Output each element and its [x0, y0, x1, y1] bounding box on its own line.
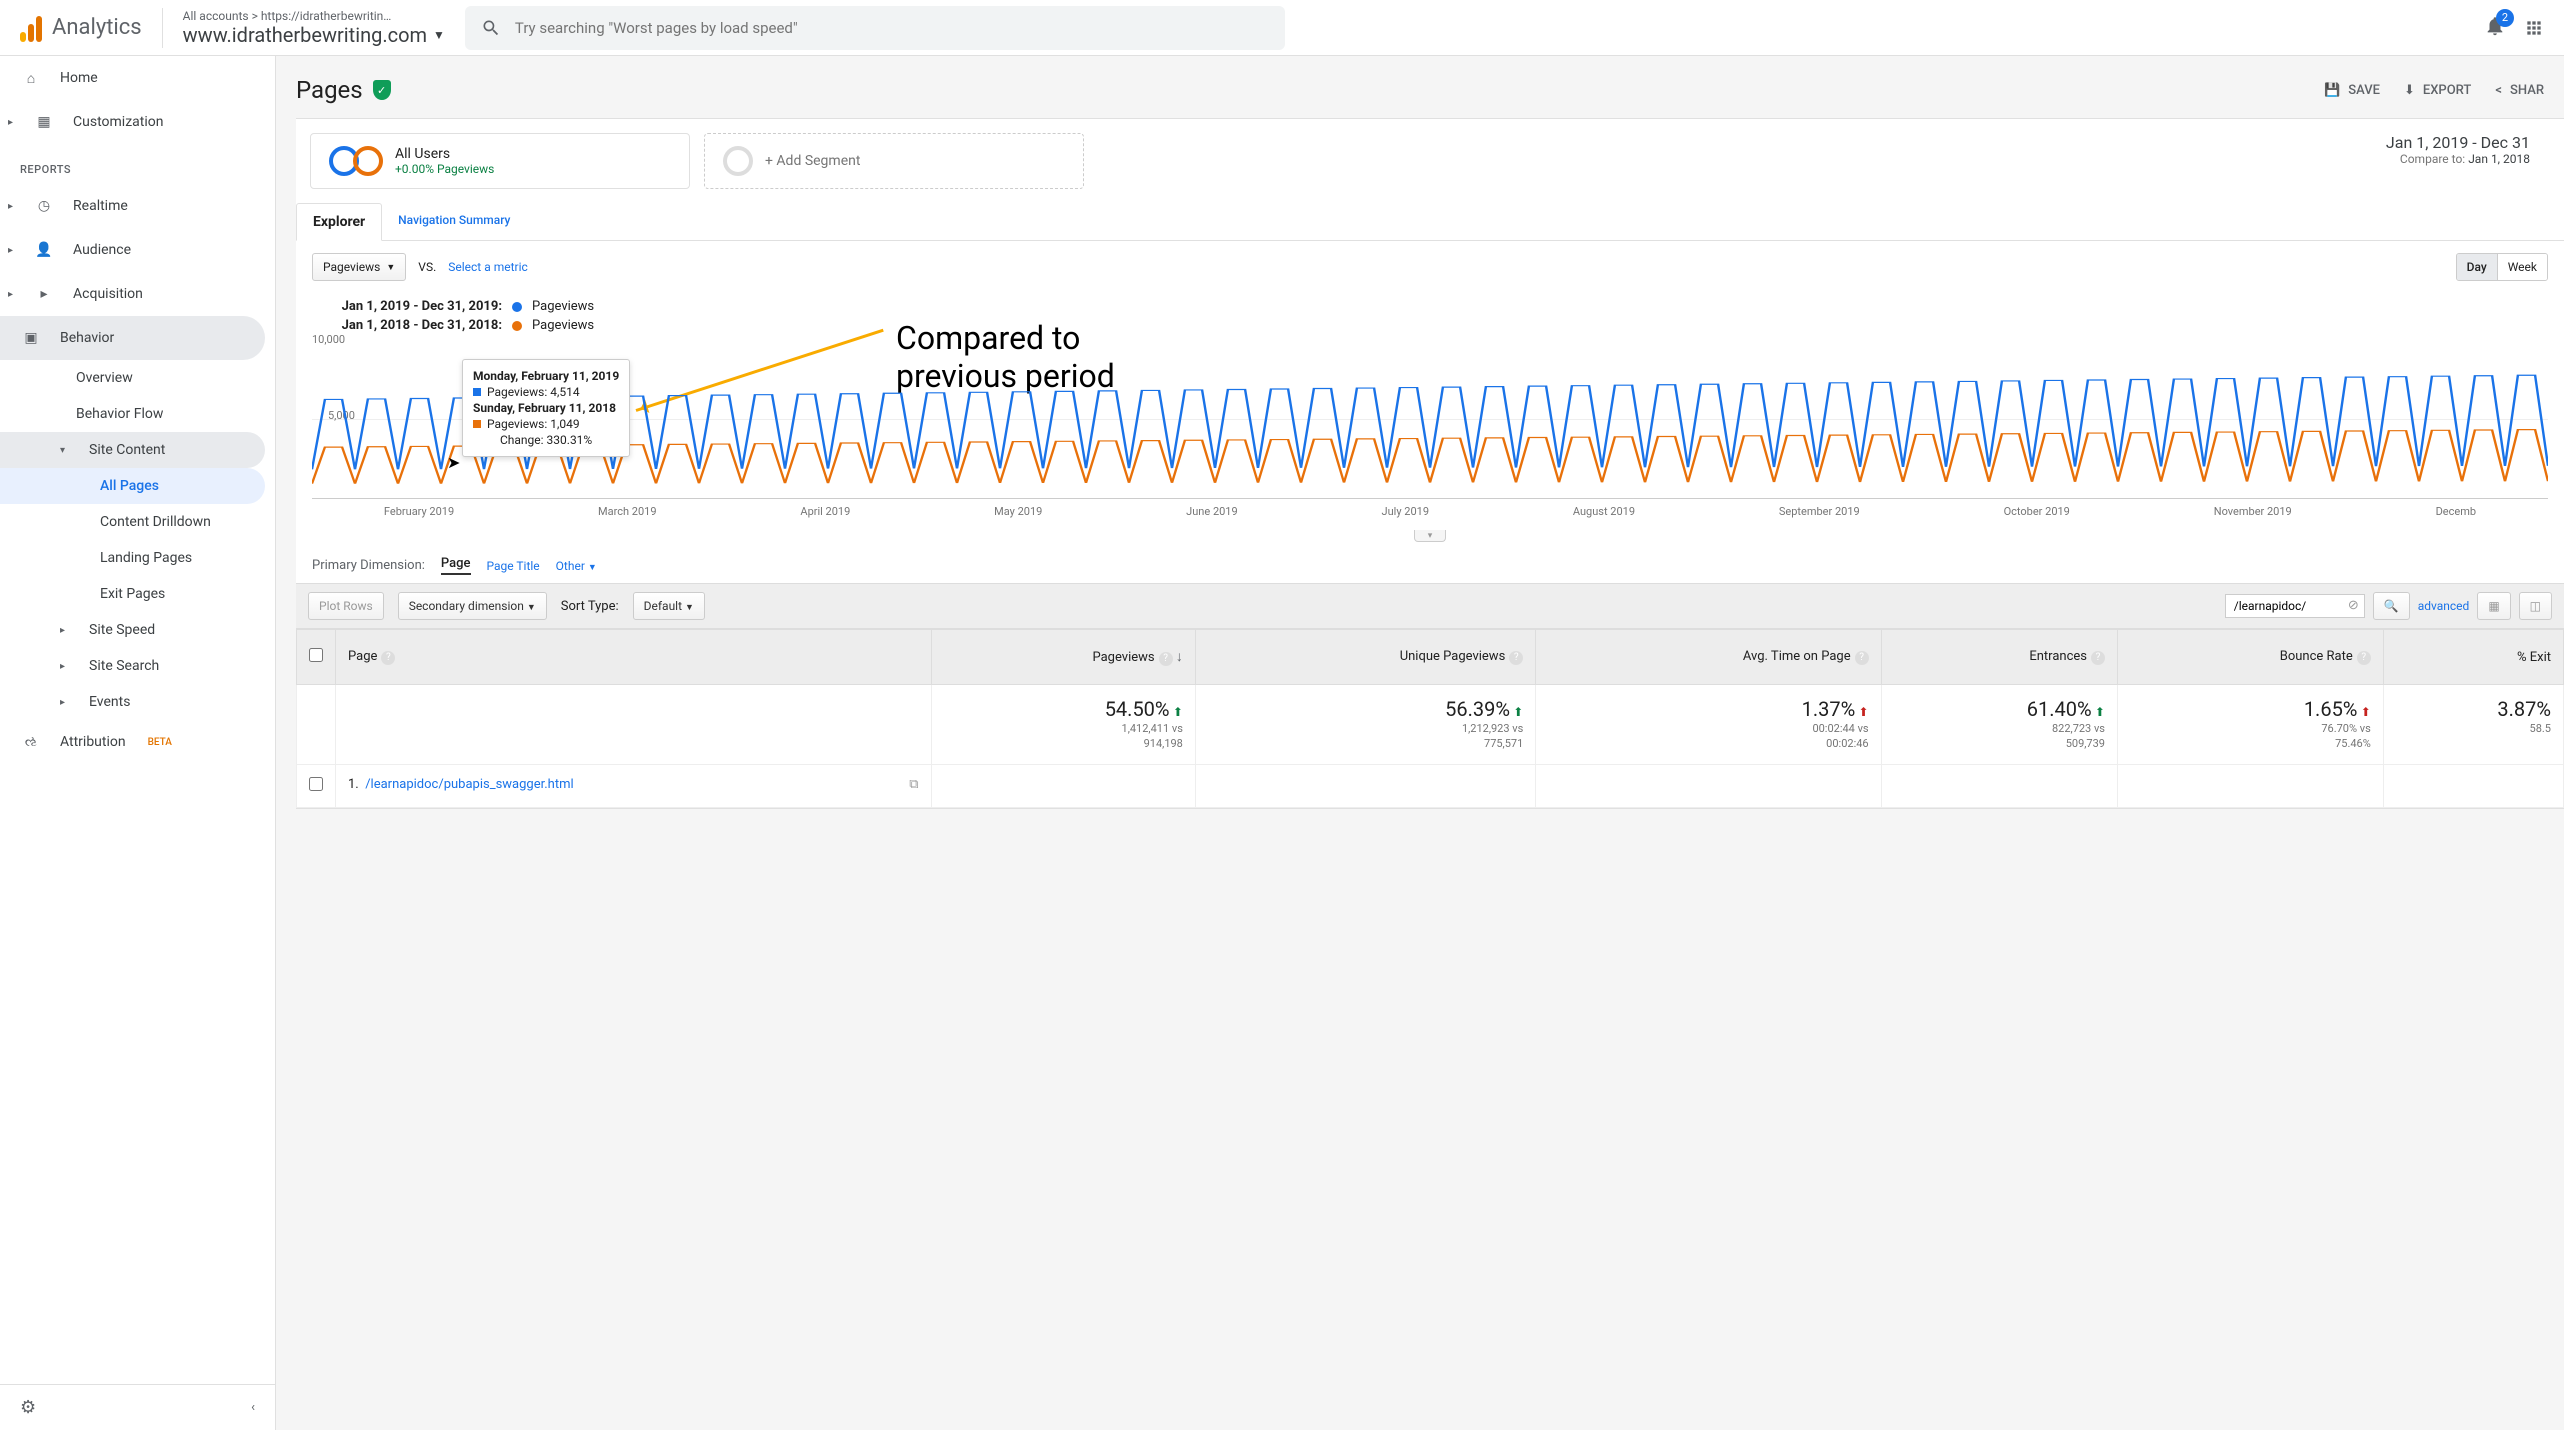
col-page[interactable]: Page?: [336, 630, 932, 685]
segment-all-users[interactable]: All Users +0.00% Pageviews: [310, 133, 690, 189]
filter-search-button[interactable]: 🔍: [2373, 592, 2410, 620]
select-all-checkbox[interactable]: [309, 648, 323, 662]
search-icon: [481, 18, 501, 38]
tab-explorer[interactable]: Explorer: [296, 203, 382, 241]
nav-exit-pages[interactable]: Exit Pages: [0, 576, 275, 612]
dim-page[interactable]: Page: [441, 556, 471, 575]
chevron-down-icon: ▼: [386, 262, 395, 273]
x-axis-labels: February 2019March 2019April 2019May 201…: [312, 499, 2548, 530]
chart-legend: Jan 1, 2019 - Dec 31, 2019:Pageviews Jan…: [296, 293, 2564, 339]
date-range-selector[interactable]: Jan 1, 2019 - Dec 31 Compare to: Jan 1, …: [2386, 133, 2550, 166]
property-name: www.idratherbewriting.com ▼: [183, 23, 445, 47]
chevron-down-icon: ▼: [433, 28, 445, 42]
search-box[interactable]: [465, 6, 1285, 50]
home-icon: ⌂: [20, 70, 42, 87]
secondary-dim-button[interactable]: Secondary dimension ▼: [398, 592, 547, 620]
nav-site-speed[interactable]: ▸Site Speed: [0, 612, 275, 648]
chart[interactable]: 10,000 5,000 Monday, February 11, 2019 P…: [296, 339, 2564, 542]
page-link[interactable]: /learnapidoc/pubapis_swagger.html: [365, 777, 573, 792]
external-link-icon[interactable]: ⧉: [909, 777, 918, 792]
save-button[interactable]: 💾SAVE: [2324, 83, 2380, 98]
plot-rows-button[interactable]: Plot Rows: [308, 592, 384, 620]
nav-behavior[interactable]: ▣Behavior: [0, 316, 265, 360]
dashboard-icon: ▦: [33, 114, 55, 130]
drag-handle-icon[interactable]: ▾: [1414, 530, 1446, 542]
logo-text: Analytics: [52, 15, 142, 40]
cursor-icon: ➤: [447, 453, 460, 472]
table-row[interactable]: 1. /learnapidoc/pubapis_swagger.html ⧉: [297, 764, 2564, 807]
share-button[interactable]: <SHAR: [2495, 83, 2544, 98]
notifications-button[interactable]: 2: [2484, 15, 2506, 41]
property-selector[interactable]: All accounts > https://idratherbewritin……: [183, 9, 445, 47]
sidebar: ⌂Home ▸▦Customization REPORTS ▸◷Realtime…: [0, 56, 276, 1430]
analytics-logo-icon: [20, 14, 42, 42]
acquisition-icon: ▸: [33, 286, 55, 302]
nav-content-drilldown[interactable]: Content Drilldown: [0, 504, 275, 540]
collapse-icon[interactable]: ‹: [251, 1400, 255, 1415]
data-table: Page? Pageviews? ↓ Unique Pageviews? Avg…: [296, 629, 2564, 808]
col-unique[interactable]: Unique Pageviews?: [1195, 630, 1535, 685]
view-other-icon[interactable]: ◫: [2519, 592, 2552, 620]
reports-heading: REPORTS: [0, 154, 275, 184]
col-entrances[interactable]: Entrances?: [1881, 630, 2117, 685]
nav-site-content[interactable]: ▾Site Content: [0, 432, 265, 468]
gran-week[interactable]: Week: [2497, 254, 2547, 280]
nav-attribution[interactable]: ઌAttributionBETA: [0, 720, 275, 764]
sort-type-button[interactable]: Default ▼: [633, 592, 705, 620]
add-segment-button[interactable]: + Add Segment: [704, 133, 1084, 189]
apps-icon[interactable]: [2524, 18, 2544, 38]
sort-down-icon: ↓: [1176, 649, 1183, 665]
nav-events[interactable]: ▸Events: [0, 684, 275, 720]
advanced-link[interactable]: advanced: [2418, 599, 2470, 613]
property-path: All accounts > https://idratherbewritin…: [183, 9, 445, 23]
chart-tooltip: Monday, February 11, 2019 Pageviews: 4,5…: [462, 359, 630, 457]
metric-selector[interactable]: Pageviews ▼: [312, 253, 406, 281]
col-exit[interactable]: % Exit: [2383, 630, 2563, 685]
row-checkbox[interactable]: [309, 777, 323, 791]
dim-page-title[interactable]: Page Title: [487, 559, 540, 573]
nav-realtime[interactable]: ▸◷Realtime: [0, 184, 275, 228]
select-metric-link[interactable]: Select a metric: [448, 260, 528, 274]
search-input[interactable]: [515, 19, 1269, 37]
clock-icon: ◷: [33, 198, 55, 214]
attribution-icon: ઌ: [20, 734, 42, 750]
col-avg-time[interactable]: Avg. Time on Page?: [1536, 630, 1881, 685]
nav-audience[interactable]: ▸👤Audience: [0, 228, 275, 272]
nav-site-search[interactable]: ▸Site Search: [0, 648, 275, 684]
granularity-buttons: Day Week: [2456, 253, 2548, 281]
download-icon: ⬇: [2404, 83, 2415, 98]
shield-icon: ✓: [373, 80, 391, 100]
col-bounce[interactable]: Bounce Rate?: [2117, 630, 2383, 685]
gran-day[interactable]: Day: [2457, 254, 2497, 280]
nav-overview[interactable]: Overview: [0, 360, 275, 396]
nav-behavior-flow[interactable]: Behavior Flow: [0, 396, 275, 432]
nav-customization[interactable]: ▸▦Customization: [0, 100, 275, 144]
gear-icon[interactable]: ⚙: [20, 1397, 36, 1418]
share-icon: <: [2495, 83, 2502, 98]
totals-row: 54.50% ⬆1,412,411 vs914,198 56.39% ⬆1,21…: [297, 685, 2564, 765]
page-title: Pages ✓: [296, 76, 391, 104]
nav-home[interactable]: ⌂Home: [0, 56, 275, 100]
nav-acquisition[interactable]: ▸▸Acquisition: [0, 272, 275, 316]
col-pageviews[interactable]: Pageviews? ↓: [931, 630, 1195, 685]
tab-navsum[interactable]: Navigation Summary: [382, 203, 526, 240]
view-table-icon[interactable]: ▦: [2477, 592, 2510, 620]
topbar: Analytics All accounts > https://idrathe…: [0, 0, 2564, 56]
dim-other[interactable]: Other ▼: [556, 559, 597, 573]
clear-icon[interactable]: ⊘: [2348, 598, 2359, 613]
export-button[interactable]: ⬇EXPORT: [2404, 83, 2471, 98]
logo[interactable]: Analytics: [20, 14, 142, 42]
nav-all-pages[interactable]: All Pages: [0, 468, 265, 504]
filter-input[interactable]: [2225, 594, 2365, 618]
main-content: Pages ✓ 💾SAVE ⬇EXPORT <SHAR All Users +0…: [276, 56, 2564, 1430]
notification-badge: 2: [2496, 9, 2514, 27]
report-tabs: Explorer Navigation Summary: [296, 203, 2564, 241]
nav-landing-pages[interactable]: Landing Pages: [0, 540, 275, 576]
save-icon: 💾: [2324, 83, 2340, 98]
behavior-icon: ▣: [20, 330, 42, 346]
person-icon: 👤: [33, 242, 55, 258]
